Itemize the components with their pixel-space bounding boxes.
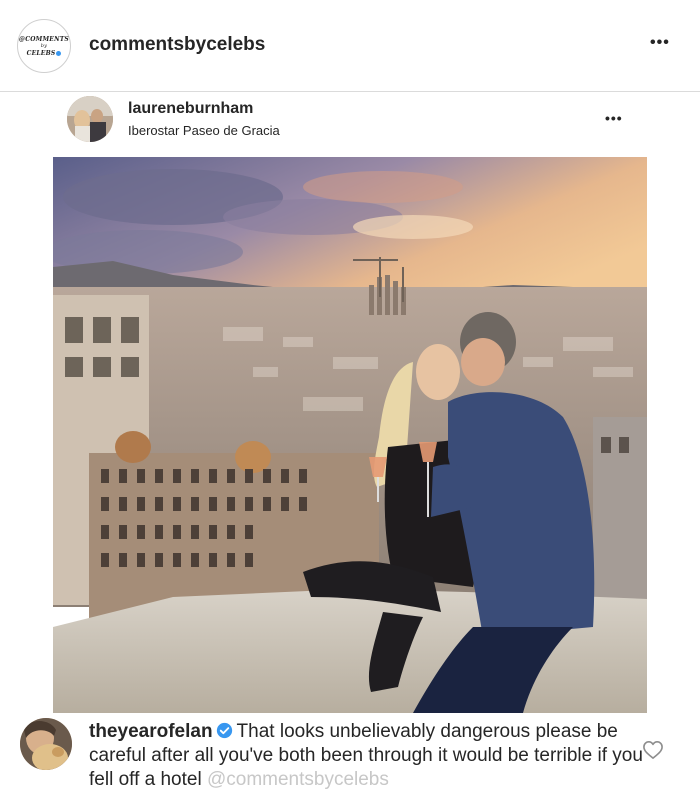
logo-text-line1: @COMMENTS [19, 35, 69, 43]
logo-text-line3: CELEBS [27, 50, 62, 57]
post-location[interactable]: Iberostar Paseo de Gracia [128, 123, 280, 138]
account-avatar[interactable]: @COMMENTS by CELEBS [17, 19, 71, 73]
heart-outline-icon[interactable] [642, 740, 664, 760]
logo-text-line2: by [40, 42, 48, 49]
post-more-options-icon[interactable]: ••• [605, 110, 623, 126]
more-options-icon[interactable]: ••• [650, 34, 670, 52]
watermark-text: @commentsbycelebs [206, 769, 389, 790]
post-author-username[interactable]: laureneburnham [128, 100, 253, 118]
commenter-avatar[interactable] [20, 718, 72, 770]
verified-badge-icon [216, 722, 232, 739]
photo-illustration [53, 157, 647, 713]
comment-body: theyearofelan That looks unbelievably dan… [89, 720, 649, 792]
account-username[interactable]: commentsbycelebs [89, 34, 265, 56]
post-photo[interactable] [53, 157, 647, 713]
post-author-avatar[interactable] [67, 96, 113, 142]
top-header: @COMMENTS by CELEBS commentsbycelebs ••• [0, 0, 700, 92]
commenter-username[interactable]: theyearofelan [89, 721, 213, 742]
